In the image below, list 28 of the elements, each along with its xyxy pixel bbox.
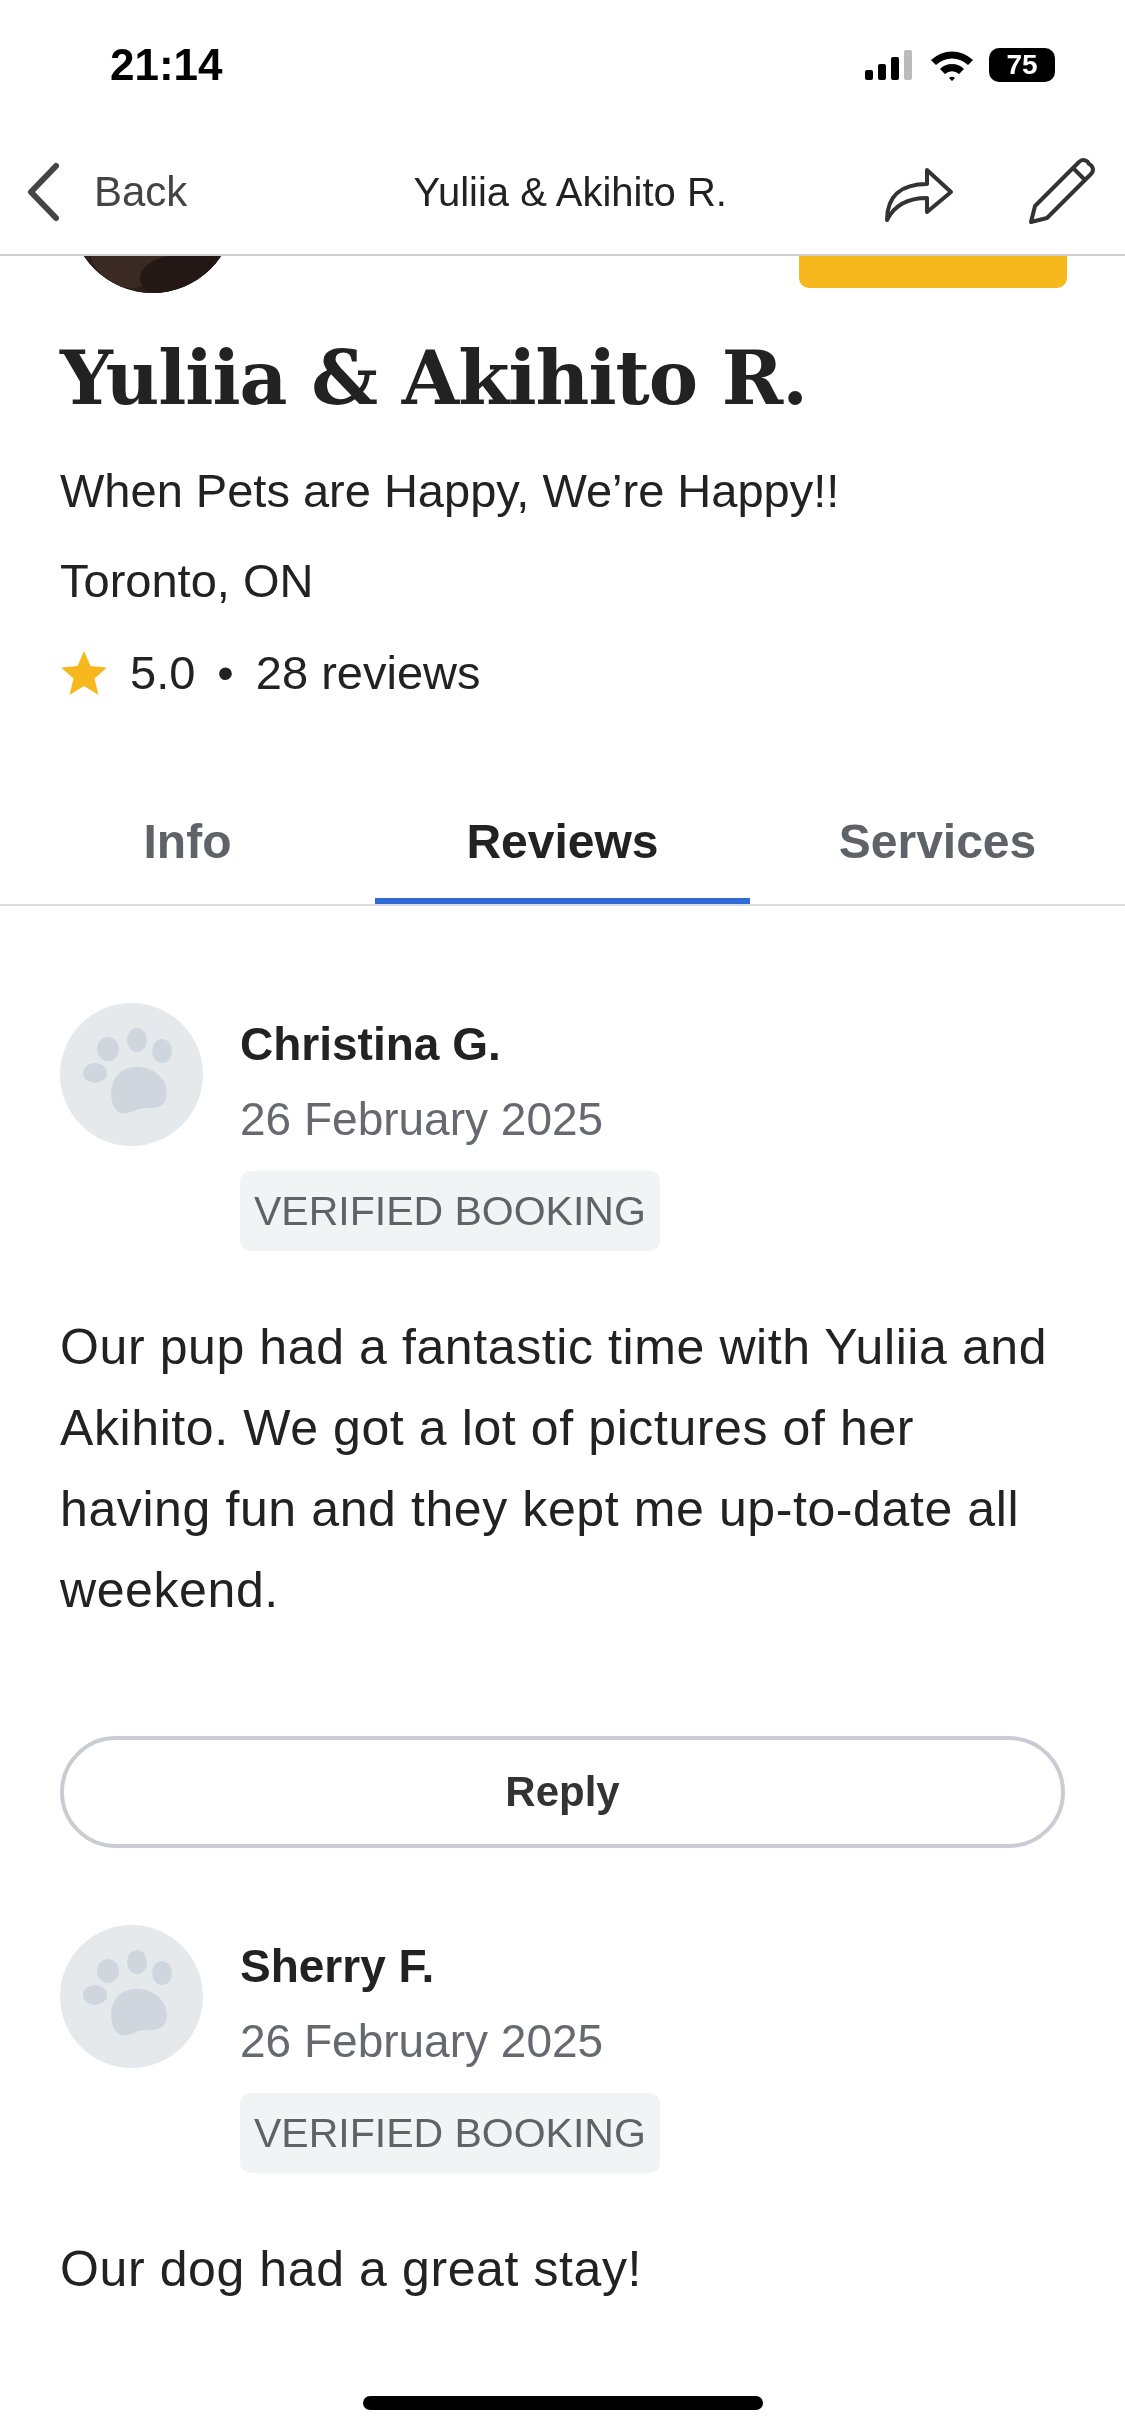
wifi-icon — [929, 48, 975, 82]
tagline: When Pets are Happy, We’re Happy!! — [60, 463, 841, 519]
chevron-left-icon — [26, 162, 60, 222]
signal-icon — [865, 50, 915, 80]
reply-button[interactable]: Reply — [60, 1736, 1065, 1848]
reviewer-name: Sherry F. — [240, 1939, 435, 1994]
rating-value: 5.0 — [130, 645, 196, 701]
paw-avatar-icon — [60, 1925, 203, 2068]
clock-time: 21:14 — [110, 40, 223, 90]
reviewer-name: Christina G. — [240, 1017, 501, 1072]
star-icon — [60, 650, 108, 696]
tab[interactable]: Services — [750, 784, 1125, 904]
profile-name: Yuliia & Akihito R. — [60, 334, 809, 423]
review-date: 26 February 2025 — [240, 1092, 604, 1147]
review-text: Our pup had a fantastic time with Yuliia and Akihito. We got a lot of pictures of her having fun and they kept me up-to-date all weekend. — [60, 1318, 1049, 1620]
separator-dot: • — [217, 645, 234, 701]
review-count: 28 reviews — [255, 645, 481, 701]
verified-booking-tag: VERIFIED BOOKING — [240, 2093, 660, 2173]
battery-level: 75 — [989, 48, 1055, 82]
verified-booking-tag: VERIFIED BOOKING — [240, 1171, 660, 1251]
review-text: Our dog had a great stay! — [60, 2240, 644, 2299]
review-date: 26 February 2025 — [240, 2014, 604, 2069]
tab[interactable]: Reviews — [375, 784, 750, 904]
back-button[interactable]: Back — [26, 162, 188, 222]
paw-avatar-icon — [60, 1003, 203, 1146]
location: Toronto, ON — [60, 553, 315, 609]
tab[interactable]: Info — [0, 784, 375, 904]
nav-title: Yuliia & Akihito R. — [412, 169, 728, 215]
